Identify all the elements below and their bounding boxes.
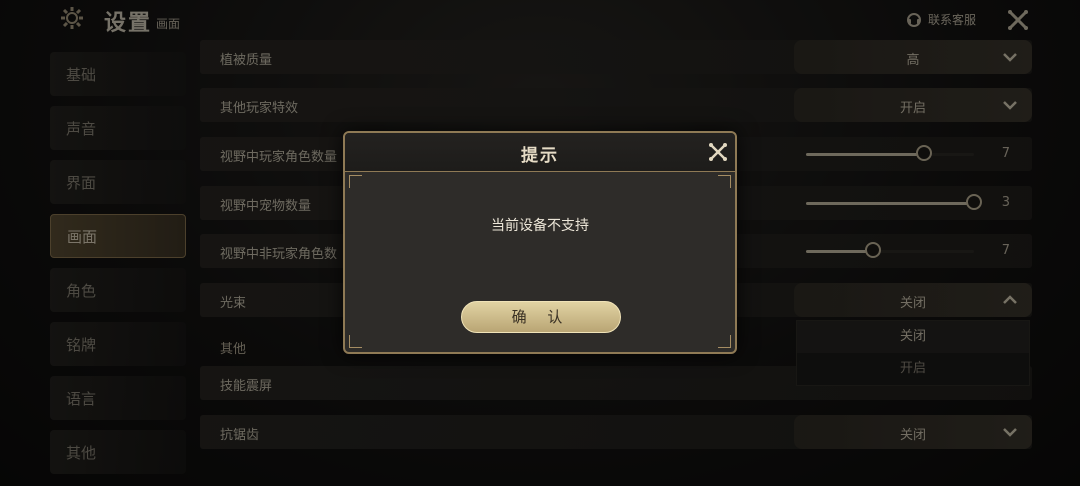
dialog-message: 当前设备不支持 — [491, 218, 589, 234]
dialog-title: 提示 — [521, 146, 559, 166]
confirm-button[interactable]: 确 认 — [461, 301, 621, 333]
close-icon[interactable] — [707, 141, 729, 163]
notice-dialog: 提示 当前设备不支持 确 认 — [343, 131, 737, 354]
dialog-header: 提示 — [345, 133, 735, 172]
